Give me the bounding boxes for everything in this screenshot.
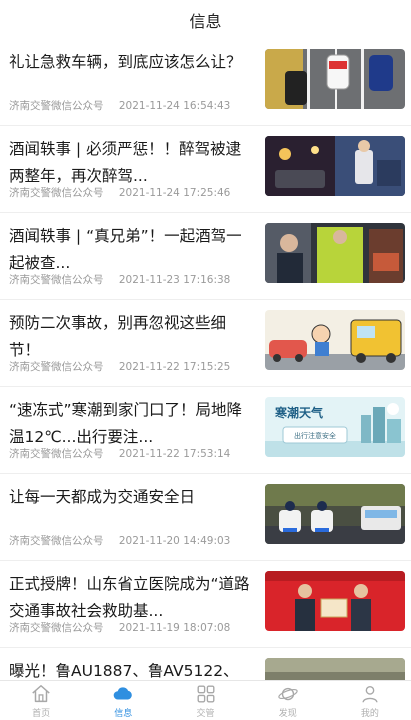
bottom-tab-bar: 首页 信息 交管 发现 我的	[0, 680, 411, 720]
cold-wave-label: 寒潮天气	[274, 405, 323, 420]
news-meta: 济南交警微信公众号 2021-11-24 17:25:46	[9, 185, 230, 200]
news-source: 济南交警微信公众号	[9, 274, 104, 286]
news-source: 济南交警微信公众号	[9, 100, 104, 112]
news-time: 2021-11-22 17:15:25	[118, 361, 231, 373]
cold-wave-sublabel: 出行注意安全	[294, 431, 336, 440]
news-meta: 济南交警微信公众号 2021-11-20 14:49:03	[9, 533, 230, 548]
news-time: 2021-11-23 17:16:38	[118, 274, 231, 286]
news-time: 2021-11-22 17:53:14	[118, 448, 231, 460]
news-meta: 济南交警微信公众号 2021-11-23 17:16:38	[9, 272, 230, 287]
grid-icon	[197, 685, 214, 702]
tab-info[interactable]: 信息	[82, 681, 164, 720]
news-item[interactable]: 曝光！鲁AU1887、鲁AV5122、	[0, 649, 411, 680]
news-feed[interactable]: 礼让急救车辆，到底应该怎么让？ 济南交警微信公众号 2021-11-24 16:…	[0, 40, 411, 680]
news-item[interactable]: 酒闻轶事 | “真兄弟”！一起酒驾一起被查... 济南交警微信公众号 2021-…	[0, 214, 411, 300]
news-time: 2021-11-24 17:25:46	[118, 187, 231, 199]
news-meta: 济南交警微信公众号 2021-11-24 16:54:43	[9, 98, 230, 113]
tab-label: 信息	[114, 708, 133, 719]
user-icon	[362, 685, 378, 703]
news-source: 济南交警微信公众号	[9, 535, 104, 547]
news-thumbnail	[265, 484, 405, 544]
tab-discover[interactable]: 发现	[247, 681, 329, 720]
news-time: 2021-11-24 16:54:43	[118, 100, 231, 112]
news-item[interactable]: “速冻式”寒潮到家门口了！局地降温12℃...出行要注... 济南交警微信公众号…	[0, 388, 411, 474]
cloud-icon	[113, 686, 133, 700]
news-time: 2021-11-19 18:07:08	[118, 622, 231, 634]
news-title: 礼让急救车辆，到底应该怎么让？	[9, 53, 242, 71]
news-title: 酒闻轶事 | 必须严惩！！醉驾被逮两整年，再次醉驾...	[9, 140, 242, 185]
news-meta: 济南交警微信公众号 2021-11-22 17:53:14	[9, 446, 230, 461]
news-item[interactable]: 礼让急救车辆，到底应该怎么让？ 济南交警微信公众号 2021-11-24 16:…	[0, 40, 411, 126]
home-icon	[32, 684, 50, 702]
tab-home[interactable]: 首页	[0, 681, 82, 720]
news-title: 酒闻轶事 | “真兄弟”！一起酒驾一起被查...	[9, 227, 242, 272]
news-item[interactable]: 酒闻轶事 | 必须严惩！！醉驾被逮两整年，再次醉驾... 济南交警微信公众号 2…	[0, 127, 411, 213]
tab-label: 首页	[32, 708, 51, 719]
tab-traffic[interactable]: 交管	[164, 681, 246, 720]
tab-label: 交管	[196, 708, 215, 719]
planet-icon	[277, 687, 298, 700]
news-time: 2021-11-20 14:49:03	[118, 535, 231, 547]
news-source: 济南交警微信公众号	[9, 361, 104, 373]
news-thumbnail	[265, 571, 405, 631]
news-title: “速冻式”寒潮到家门口了！局地降温12℃...出行要注...	[9, 401, 243, 446]
news-thumbnail	[265, 136, 405, 196]
tab-label: 发现	[278, 708, 297, 719]
page-title: 信息	[189, 12, 222, 31]
news-item[interactable]: 让每一天都成为交通安全日 济南交警微信公众号 2021-11-20 14:49:…	[0, 475, 411, 561]
tab-me[interactable]: 我的	[329, 681, 411, 720]
tab-label: 我的	[360, 708, 379, 719]
news-meta: 济南交警微信公众号 2021-11-22 17:15:25	[9, 359, 230, 374]
news-title: 让每一天都成为交通安全日	[9, 488, 196, 506]
news-meta: 济南交警微信公众号 2021-11-19 18:07:08	[9, 620, 230, 635]
news-item[interactable]: 预防二次事故，别再忽视这些细节！ 济南交警微信公众号 2021-11-22 17…	[0, 301, 411, 387]
news-thumbnail	[265, 223, 405, 283]
top-header: 信息	[0, 0, 411, 40]
news-thumbnail	[265, 658, 405, 680]
news-source: 济南交警微信公众号	[9, 448, 104, 460]
news-title: 预防二次事故，别再忽视这些细节！	[9, 314, 227, 359]
news-item[interactable]: 正式授牌！山东省立医院成为“道路交通事故社会救助基... 济南交警微信公众号 2…	[0, 562, 411, 648]
news-title: 正式授牌！山东省立医院成为“道路交通事故社会救助基...	[9, 575, 250, 620]
news-thumbnail	[265, 310, 405, 370]
news-title: 曝光！鲁AU1887、鲁AV5122、	[9, 662, 239, 680]
news-thumbnail	[265, 49, 405, 109]
news-thumbnail: 寒潮天气 出行注意安全	[265, 397, 405, 457]
news-source: 济南交警微信公众号	[9, 622, 104, 634]
news-source: 济南交警微信公众号	[9, 187, 104, 199]
